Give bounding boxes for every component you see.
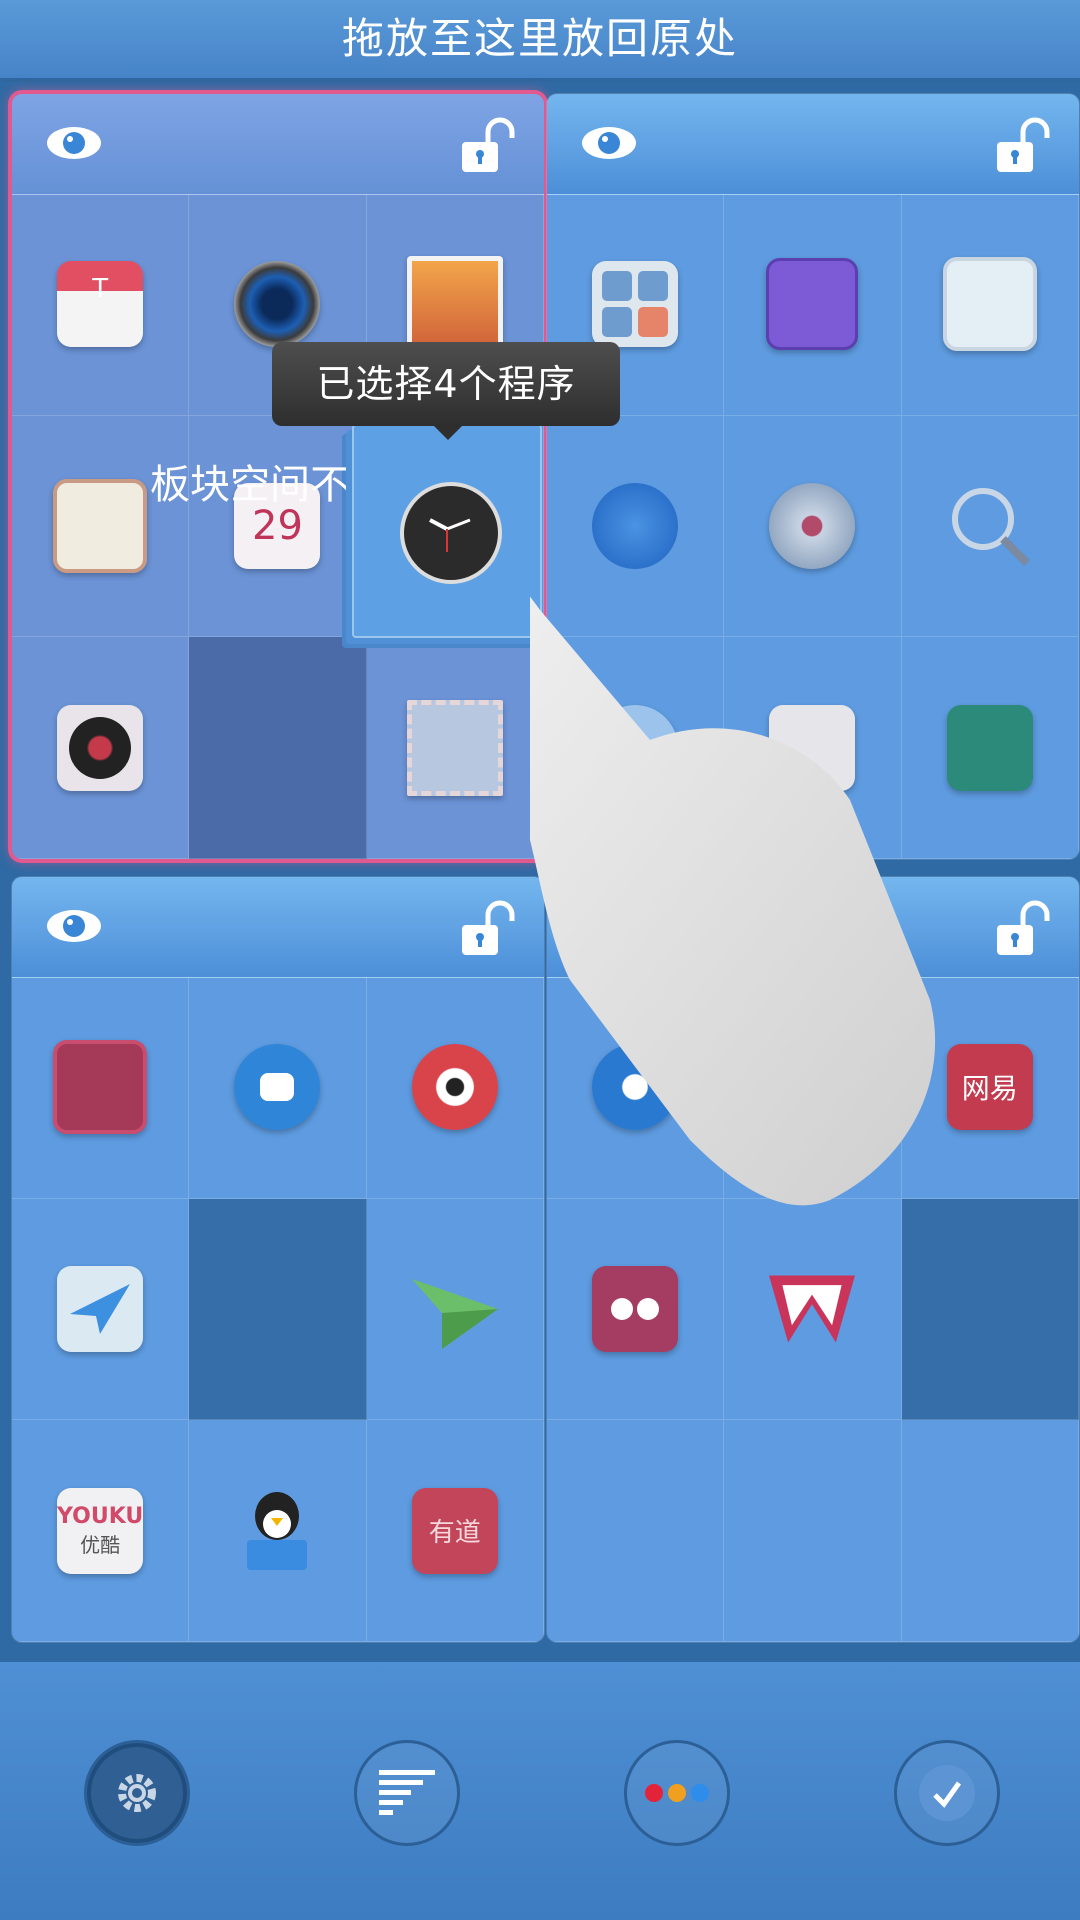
more-button[interactable] [624, 1740, 730, 1846]
youku-sub-text: 优酷 [80, 1532, 121, 1557]
paper-plane-icon [411, 1266, 498, 1352]
youku-icon: YOUKU 优酷 [57, 1487, 144, 1574]
camera-icon [234, 261, 321, 348]
settings-button[interactable] [84, 1740, 190, 1846]
eye-icon[interactable] [46, 909, 102, 943]
selection-toast: 已选择4个程序 [272, 342, 620, 440]
empty-slot[interactable] [547, 1420, 725, 1642]
app-cell[interactable] [724, 194, 902, 416]
app-cell[interactable] [12, 1198, 190, 1421]
photos-icon [406, 256, 503, 353]
weather-icon [942, 257, 1037, 352]
music-disc-icon [769, 482, 856, 569]
youdao-icon: 有道 [411, 1487, 498, 1574]
app-cell[interactable] [189, 1420, 367, 1642]
magnifier-icon [947, 483, 1033, 569]
notes-icon [53, 478, 148, 573]
store-icon: T [57, 261, 144, 348]
umbrella-icon [592, 482, 679, 569]
panel-bottom-left[interactable]: YOUKU 优酷 有道 [12, 877, 544, 1642]
checkmark-icon [919, 1765, 975, 1821]
empty-cell[interactable] [189, 637, 367, 859]
empty-slot[interactable] [724, 1420, 902, 1642]
bottom-toolbar [0, 1662, 1080, 1920]
stamp-icon [406, 699, 503, 796]
sort-button[interactable] [354, 1740, 460, 1846]
empty-slot[interactable] [901, 1420, 1079, 1642]
unlock-icon[interactable] [458, 899, 516, 959]
red-app-icon [53, 1040, 148, 1135]
record-player-icon [57, 704, 144, 791]
drag-hand-icon [530, 596, 936, 1206]
panel-header [547, 94, 1079, 195]
app-cell[interactable] [12, 977, 190, 1199]
app-cell[interactable] [366, 977, 544, 1199]
done-button[interactable] [894, 1740, 1000, 1846]
chat-bubble-icon [234, 1044, 321, 1131]
quote-icon [592, 1265, 679, 1352]
empty-cell[interactable] [189, 1198, 367, 1421]
weibo-icon [411, 1044, 498, 1131]
sort-lines-icon [379, 1770, 435, 1815]
unlock-icon[interactable] [458, 116, 516, 176]
calculator-icon [592, 261, 679, 348]
eye-icon[interactable] [46, 126, 102, 160]
app-cell[interactable]: YOUKU 优酷 [12, 1420, 190, 1642]
youku-logo-text: YOUKU [57, 1503, 144, 1529]
app-cell[interactable] [366, 637, 544, 859]
app-cell[interactable] [189, 977, 367, 1199]
wps-icon [769, 1266, 856, 1352]
app-cell[interactable] [366, 1198, 544, 1421]
app-cell[interactable]: 有道 [366, 1420, 544, 1642]
clock-icon [400, 482, 502, 584]
app-cell[interactable]: T [12, 194, 190, 416]
panel-header [12, 94, 544, 195]
unlock-icon[interactable] [993, 116, 1051, 176]
space-hint-text: 板块空间不 [150, 462, 346, 508]
gear-icon [118, 1774, 156, 1812]
drop-zone-bar[interactable]: 拖放至这里放回原处 [0, 0, 1080, 82]
app-cell[interactable] [901, 194, 1079, 416]
color-dots-icon [645, 1784, 709, 1802]
app-cell[interactable]: 29 [189, 415, 367, 638]
app-cell[interactable] [12, 637, 190, 859]
panel-header [12, 877, 544, 978]
qq-icon [234, 1488, 320, 1574]
maps-icon [57, 1265, 144, 1352]
eye-icon[interactable] [581, 126, 637, 160]
app-cell[interactable] [12, 415, 190, 638]
game-console-icon [766, 258, 859, 351]
